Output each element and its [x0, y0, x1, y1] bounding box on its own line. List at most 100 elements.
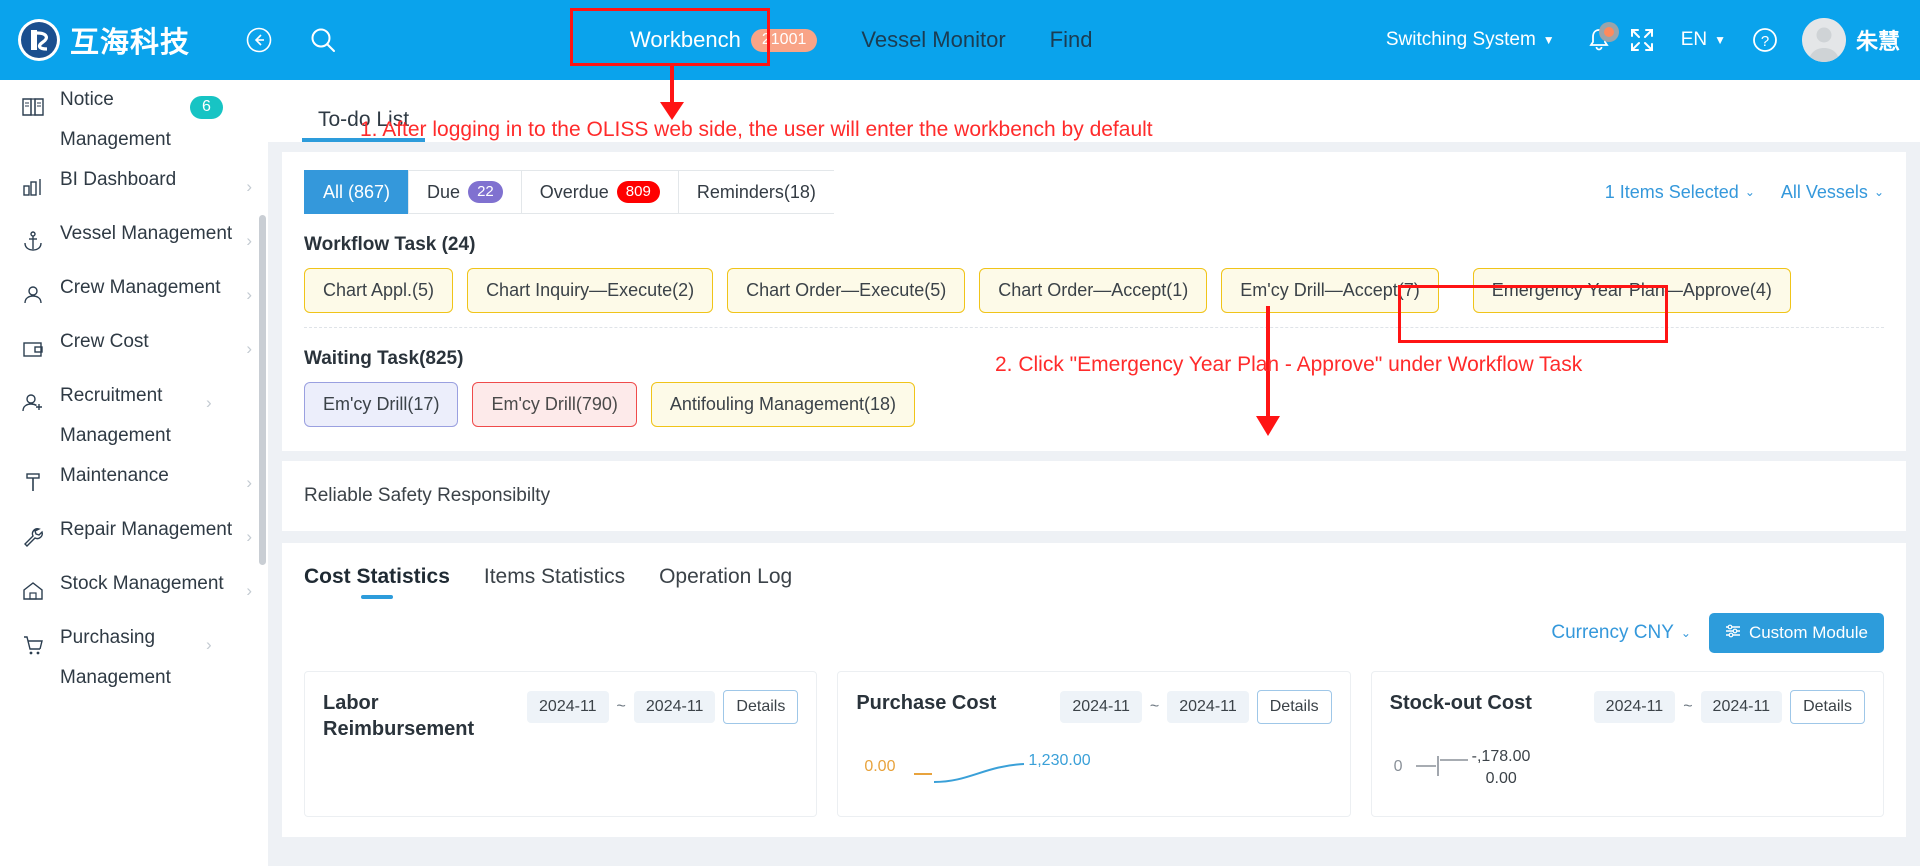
- workflow-chip-chart-order-execute[interactable]: Chart Order—Execute(5): [727, 268, 966, 313]
- details-button[interactable]: Details: [723, 690, 799, 724]
- cost-card-controls: 2024-11 ~ 2024-11 Details: [527, 690, 799, 724]
- sidebar-item-label: Repair Management: [60, 519, 233, 540]
- all-vessels-dropdown[interactable]: All Vessels ⌄: [1781, 182, 1884, 203]
- cost-card-controls: 2024-11 ~ 2024-11 Details: [1593, 690, 1865, 724]
- wrench-icon: [16, 510, 50, 564]
- sidebar-item-crew-cost[interactable]: Crew Cost ›: [0, 322, 268, 376]
- sidebar: Notice Management 6 BI Dashboard › Vesse…: [0, 80, 268, 866]
- anchor-icon: [16, 214, 50, 268]
- sidebar-item-vessel-management[interactable]: Vessel Management ›: [0, 214, 268, 268]
- sidebar-item-notice-management[interactable]: Notice Management 6: [0, 80, 268, 160]
- tab-operation-log[interactable]: Operation Log: [659, 565, 792, 601]
- sidebar-item-crew-management[interactable]: Crew Management ›: [0, 268, 268, 322]
- chevron-down-icon: ⌄: [1680, 626, 1691, 640]
- tab-cost-statistics[interactable]: Cost Statistics: [304, 565, 450, 601]
- sidebar-item-bi-dashboard[interactable]: BI Dashboard ›: [0, 160, 268, 214]
- cost-card-labor-reimbursement[interactable]: Labor Reimbursement 2024-11 ~ 2024-11 De…: [304, 671, 818, 817]
- nav-badge-workbench: 21001: [750, 28, 818, 52]
- brand-area[interactable]: 互海科技: [0, 19, 230, 61]
- responsibility-banner: Reliable Safety Responsibilty: [282, 461, 1906, 531]
- workflow-chip-chart-inquiry-execute[interactable]: Chart Inquiry—Execute(2): [467, 268, 714, 313]
- cost-card-purchase-cost[interactable]: Purchase Cost 2024-11 ~ 2024-11 Details …: [837, 671, 1351, 817]
- chart-value-2: 0.00: [1485, 770, 1517, 787]
- filter-tab-overdue-label: Overdue: [539, 181, 609, 202]
- fullscreen-icon[interactable]: [1619, 17, 1665, 63]
- custom-module-label: Custom Module: [1748, 623, 1868, 642]
- user-name: 朱慧: [1855, 30, 1900, 55]
- company-logo-icon: [18, 19, 60, 61]
- hammer-icon: [16, 456, 50, 510]
- nav-item-vessel-monitor[interactable]: Vessel Monitor: [839, 0, 1027, 80]
- filter-tab-reminders-label: Reminders(18): [696, 181, 816, 202]
- chevron-down-icon: ▼: [1542, 33, 1555, 47]
- chevron-right-icon: ›: [246, 527, 252, 546]
- date-to[interactable]: 2024-11: [1700, 691, 1783, 723]
- brand-name: 互海科技: [70, 25, 191, 59]
- nav-item-find[interactable]: Find: [1028, 0, 1115, 80]
- chevron-right-icon: ›: [206, 635, 212, 654]
- filter-tab-all[interactable]: All (867): [304, 170, 409, 214]
- notification-dot: [1598, 22, 1619, 42]
- search-icon[interactable]: [300, 17, 346, 63]
- chevron-right-icon: ›: [246, 285, 252, 304]
- section-divider: [304, 327, 1884, 328]
- sidebar-item-label: Crew Cost: [60, 331, 149, 352]
- nav-label-vessel-monitor: Vessel Monitor: [861, 27, 1006, 52]
- tab-operation-log-label: Operation Log: [659, 565, 793, 588]
- user-avatar-icon[interactable]: [1801, 18, 1846, 62]
- waiting-chip-emcy-drill-790[interactable]: Em'cy Drill(790): [472, 382, 637, 427]
- tab-items-statistics[interactable]: Items Statistics: [484, 565, 625, 601]
- date-to[interactable]: 2024-11: [633, 691, 716, 723]
- chevron-right-icon: ›: [246, 581, 252, 600]
- header-right-tools: Switching System ▼ EN ▼ ? 朱慧: [1386, 17, 1920, 63]
- sidebar-item-stock-management[interactable]: Stock Management ›: [0, 564, 268, 618]
- cost-card-chart: [323, 758, 798, 804]
- cost-card-controls: 2024-11 ~ 2024-11 Details: [1060, 690, 1332, 724]
- cost-card-title: Purchase Cost: [856, 692, 997, 714]
- sidebar-item-purchasing-management[interactable]: Purchasing Management ›: [0, 618, 268, 698]
- waiting-chip-emcy-drill-17[interactable]: Em'cy Drill(17): [304, 382, 459, 427]
- nav-item-workbench[interactable]: Workbench 21001: [608, 0, 839, 80]
- currency-dropdown[interactable]: Currency CNY ⌄: [1551, 622, 1691, 644]
- nav-label-workbench: Workbench: [630, 27, 741, 52]
- back-arrow-icon[interactable]: [236, 17, 282, 63]
- cost-card-header: Labor Reimbursement 2024-11 ~ 2024-11 De…: [323, 690, 799, 742]
- date-to[interactable]: 2024-11: [1167, 691, 1249, 723]
- date-from[interactable]: 2024-11: [1593, 691, 1676, 723]
- sidebar-scrollbar[interactable]: [259, 215, 266, 565]
- date-from[interactable]: 2024-11: [1060, 691, 1142, 723]
- switching-system-dropdown[interactable]: Switching System ▼: [1386, 29, 1555, 51]
- chart-value-0: 0.00: [864, 758, 896, 775]
- sidebar-item-repair-management[interactable]: Repair Management ›: [0, 510, 268, 564]
- items-selected-dropdown[interactable]: 1 Items Selected ⌄: [1605, 182, 1755, 203]
- workflow-chip-chart-order-accept[interactable]: Chart Order—Accept(1): [979, 268, 1208, 313]
- sidebar-item-label: Notice Management: [60, 89, 171, 150]
- language-selector[interactable]: EN ▼: [1681, 29, 1726, 51]
- sidebar-item-label: Stock Management: [60, 573, 224, 594]
- date-from[interactable]: 2024-11: [527, 691, 609, 723]
- cost-card-header: Stock-out Cost 2024-11 ~ 2024-11 Details: [1390, 690, 1865, 724]
- details-button[interactable]: Details: [1790, 690, 1865, 724]
- notification-bell-icon[interactable]: [1579, 20, 1619, 60]
- chart-value-1: -,178.00: [1471, 748, 1531, 765]
- waiting-chip-antifouling-management[interactable]: Antifouling Management(18): [650, 382, 916, 427]
- filter-tab-overdue[interactable]: Overdue 809: [520, 170, 678, 214]
- workflow-chip-chart-appl[interactable]: Chart Appl.(5): [304, 268, 454, 313]
- sidebar-item-label: Vessel Management: [60, 223, 233, 244]
- sliders-icon: [1725, 623, 1741, 643]
- wallet-icon: [16, 322, 50, 376]
- filter-tab-due[interactable]: Due 22: [408, 170, 521, 214]
- sidebar-item-maintenance[interactable]: Maintenance ›: [0, 456, 268, 510]
- sidebar-item-recruitment-management[interactable]: Recruitment Management ›: [0, 376, 268, 456]
- filter-tab-reminders[interactable]: Reminders(18): [677, 170, 834, 214]
- sidebar-item-label: Crew Management: [60, 277, 221, 298]
- items-selected-label: 1 Items Selected: [1604, 181, 1739, 202]
- workflow-chip-emergency-year-plan-approve[interactable]: Emergency Year Plan—Approve(4): [1472, 268, 1791, 313]
- help-question-icon[interactable]: ?: [1742, 17, 1788, 63]
- cost-card-stock-out-cost[interactable]: Stock-out Cost 2024-11 ~ 2024-11 Details…: [1370, 671, 1884, 817]
- custom-module-button[interactable]: Custom Module: [1708, 613, 1884, 653]
- todo-panel: All (867) Due 22 Overdue 809 Reminders(1…: [282, 152, 1906, 451]
- details-button[interactable]: Details: [1256, 690, 1332, 724]
- cost-cards-grid: Labor Reimbursement 2024-11 ~ 2024-11 De…: [304, 671, 1884, 817]
- date-range-separator: ~: [1683, 698, 1693, 715]
